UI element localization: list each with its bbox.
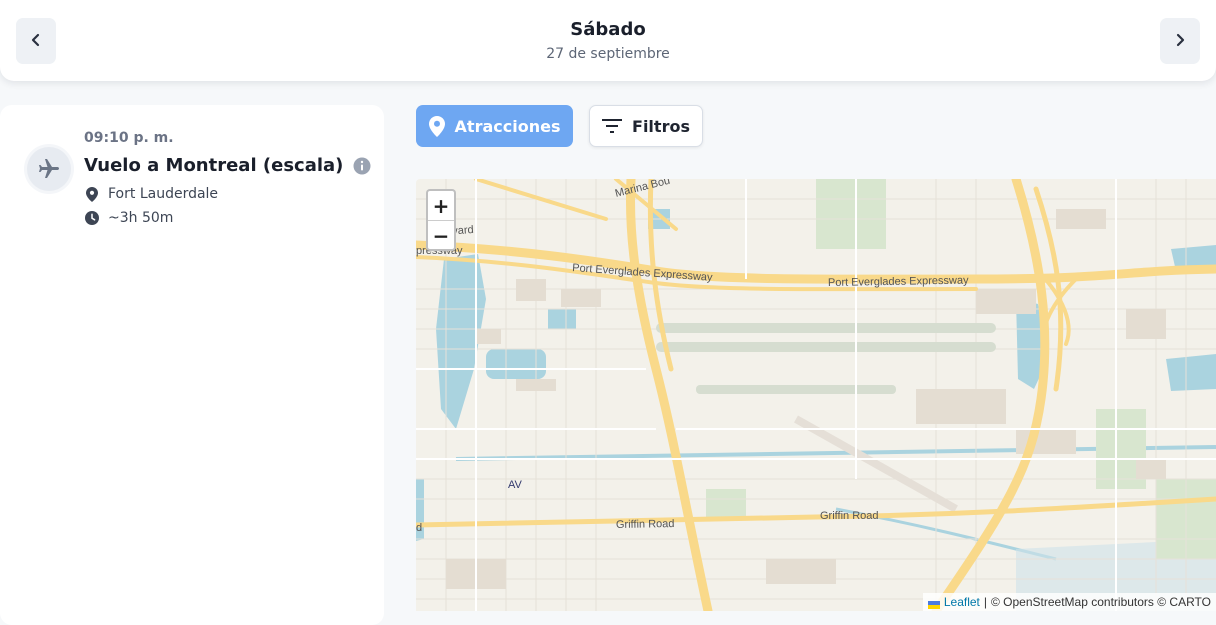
event-title-text: Vuelo a Montreal (escala) <box>84 155 344 176</box>
event-title[interactable]: Vuelo a Montreal (escala) <box>84 155 371 176</box>
map-tiles[interactable]: Marina Bou levard pressway Port Everglad… <box>416 179 1216 611</box>
filter-icon <box>602 119 623 133</box>
map-label-road-edge: d <box>416 522 422 534</box>
filters-button[interactable]: Filtros <box>589 105 703 147</box>
map-attribution: Leaflet | © OpenStreetMap contributors ©… <box>922 593 1216 611</box>
zoom-control: + − <box>426 189 456 251</box>
attractions-label: Atracciones <box>454 116 561 136</box>
attribution-credits: © OpenStreetMap contributors © CARTO <box>991 595 1211 609</box>
itinerary-panel: 09:10 p. m. Vuelo a Montreal (escala) Fo… <box>0 105 384 625</box>
ukraine-flag-icon <box>927 598 940 609</box>
airplane-icon <box>27 147 71 191</box>
filters-label: Filtros <box>632 116 690 136</box>
map-label-griffin-east: Griffin Road <box>820 510 879 522</box>
attractions-button[interactable]: Atracciones <box>416 105 573 147</box>
zoom-out-button[interactable]: − <box>428 221 454 250</box>
event-time: 09:10 p. m. <box>84 130 174 146</box>
chevron-right-icon <box>1173 32 1187 51</box>
zoom-in-button[interactable]: + <box>428 191 454 221</box>
map-pin-icon <box>84 186 100 202</box>
day-header: Sábado 27 de septiembre <box>0 0 1216 81</box>
map-pin-icon <box>428 115 445 137</box>
attribution-separator: | <box>983 595 987 609</box>
day-title: Sábado <box>570 19 646 40</box>
map-label-port-everglades-east: Port Everglades Expressway <box>828 275 969 289</box>
event-location-text: Fort Lauderdale <box>108 186 219 202</box>
map[interactable]: Marina Bou levard pressway Port Everglad… <box>416 179 1216 611</box>
day-date: 27 de septiembre <box>546 46 670 62</box>
event-location: Fort Lauderdale <box>84 186 218 202</box>
clock-icon <box>84 211 100 225</box>
map-label-av: AV <box>508 479 523 491</box>
event-duration: ~3h 50m <box>84 210 173 226</box>
next-day-button[interactable] <box>1160 18 1200 64</box>
event-duration-text: ~3h 50m <box>108 210 174 226</box>
leaflet-link[interactable]: Leaflet <box>944 595 980 609</box>
info-icon[interactable] <box>353 157 371 175</box>
map-label-griffin-west: Griffin Road <box>616 518 675 531</box>
